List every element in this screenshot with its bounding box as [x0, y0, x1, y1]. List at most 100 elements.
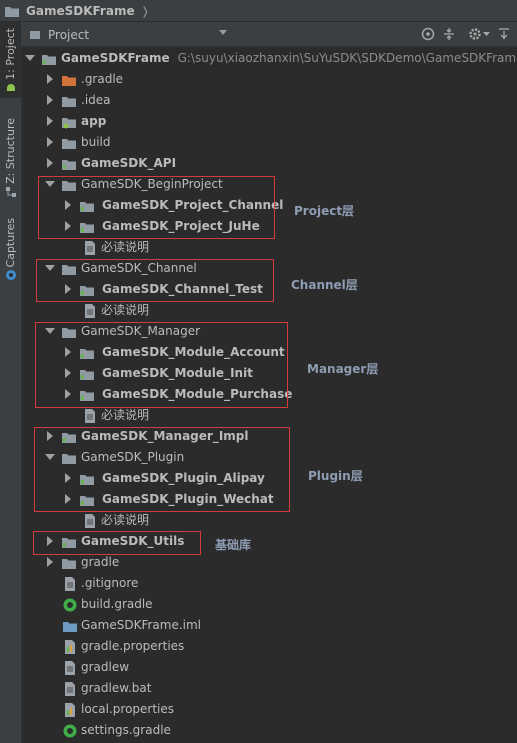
tree-item[interactable]: settings.gradle	[21, 720, 517, 741]
tree-item[interactable]: GameSDK_API	[21, 153, 517, 174]
tree-item[interactable]: app	[21, 111, 517, 132]
gear-dropdown-icon[interactable]	[481, 26, 491, 42]
tab-captures[interactable]: Captures	[0, 218, 21, 292]
gradle-icon	[63, 598, 77, 612]
file-icon	[65, 577, 75, 591]
root-name: GameSDKFrame	[61, 51, 170, 65]
folder-icon	[62, 76, 76, 86]
tab-project-label: 1: Project	[4, 28, 17, 80]
view-selector[interactable]: Project	[29, 25, 231, 44]
tree-item[interactable]: 必读说明	[21, 510, 517, 531]
breadcrumb-separator: ❭	[140, 4, 150, 18]
tab-structure-label: Z: Structure	[4, 118, 17, 184]
tree-item-label: GameSDK_API	[81, 156, 177, 170]
captures-icon	[5, 270, 16, 281]
collapse-arrow-icon	[47, 116, 53, 126]
file-icon	[65, 661, 75, 675]
project-layer-annotation: Project层	[294, 204, 355, 218]
folder-icon	[62, 139, 76, 149]
channel-layer-annotation: Channel层	[291, 278, 358, 292]
tree-item-label: 必读说明	[101, 303, 150, 317]
scroll-from-source-icon[interactable]	[420, 26, 436, 42]
tree-item-label: gradle.properties	[81, 639, 185, 653]
tree-item-label: local.properties	[81, 702, 175, 716]
module-folder-icon	[42, 55, 56, 65]
project-toolbar: Project	[21, 22, 517, 47]
utils-layer-annotation: 基础库	[215, 538, 252, 552]
channel-layer-box	[36, 259, 274, 302]
folder-icon	[62, 559, 76, 569]
properties-file-icon	[65, 640, 75, 654]
file-icon	[85, 304, 95, 318]
file-icon	[85, 241, 95, 255]
tree-item-label: 必读说明	[101, 513, 150, 527]
hide-panel-icon[interactable]	[496, 26, 512, 42]
tree-item[interactable]: .idea	[21, 90, 517, 111]
tree-item[interactable]: gradlew.bat	[21, 678, 517, 699]
tree-item-label: GameSDKFrame.iml	[81, 618, 202, 632]
manager-layer-annotation: Manager层	[307, 362, 379, 376]
collapse-arrow-icon	[47, 74, 53, 84]
tree-root[interactable]: GameSDKFrame G:\suyu\xiaozhanxin\SuYuSDK\…	[21, 48, 517, 69]
tree-item-label: .idea	[81, 93, 111, 107]
file-icon	[85, 514, 95, 528]
breadcrumb[interactable]: GameSDKFrame ❭	[0, 0, 150, 22]
tree-item[interactable]: .gitignore	[21, 573, 517, 594]
properties-file-icon	[65, 703, 75, 717]
gradle-icon	[63, 724, 77, 738]
tab-project[interactable]: 1: Project	[0, 22, 21, 98]
navigation-bar: GameSDKFrame ❭	[0, 0, 517, 22]
tab-structure[interactable]: Z: Structure	[0, 118, 21, 206]
tree-item[interactable]: gradlew	[21, 657, 517, 678]
tree-item-label: .gitignore	[81, 576, 139, 590]
tab-captures-label: Captures	[4, 218, 17, 268]
breadcrumb-project-name[interactable]: GameSDKFrame	[26, 4, 135, 18]
tree-item-label: gradlew	[81, 660, 130, 674]
plugin-layer-box	[34, 427, 290, 512]
tree-item[interactable]: 必读说明	[21, 300, 517, 321]
android-icon	[6, 83, 15, 91]
tree-item-label: gradle	[81, 555, 120, 569]
utils-layer-box	[33, 531, 201, 555]
tree-item[interactable]: 必读说明	[21, 237, 517, 258]
tree-item-label: app	[81, 114, 107, 128]
tree-item[interactable]: local.properties	[21, 699, 517, 720]
tree-item-label: 必读说明	[101, 240, 150, 254]
android-module-icon	[62, 118, 76, 129]
tree-item[interactable]: build	[21, 132, 517, 153]
collapse-arrow-icon	[47, 557, 53, 567]
tree-item-label: gradlew.bat	[81, 681, 152, 695]
folder-icon	[5, 7, 19, 17]
tree-item-label: build	[81, 135, 111, 149]
file-icon	[65, 682, 75, 696]
collapse-arrow-icon	[47, 158, 53, 168]
tree-item[interactable]: 必读说明	[21, 405, 517, 426]
collapse-arrow-icon	[47, 137, 53, 147]
view-selector-label: Project	[48, 27, 90, 42]
collapse-all-icon[interactable]	[441, 26, 457, 42]
collapse-arrow-icon	[47, 95, 53, 105]
tree-item[interactable]: .gradle	[21, 69, 517, 90]
structure-icon	[5, 186, 16, 197]
project-view-icon	[30, 30, 40, 39]
project-layer-box	[38, 176, 275, 239]
folder-icon	[62, 97, 76, 107]
file-icon	[85, 409, 95, 423]
manager-layer-box	[35, 322, 288, 408]
plugin-layer-annotation: Plugin层	[308, 469, 363, 483]
chevron-down-icon	[219, 30, 227, 35]
root-path: G:\suyu\xiaozhanxin\SuYuSDK\SDKDemo\Game…	[177, 51, 517, 65]
tree-item[interactable]: build.gradle	[21, 594, 517, 615]
tree-item-label: 必读说明	[101, 408, 150, 422]
expand-arrow-icon	[25, 55, 35, 61]
tree-item-label: settings.gradle	[81, 723, 171, 737]
module-folder-icon	[62, 160, 76, 170]
tree-item[interactable]: GameSDKFrame.iml	[21, 615, 517, 636]
tree-item[interactable]: gradle.properties	[21, 636, 517, 657]
tool-window-strip: 1: Project Z: Structure Captures	[0, 22, 22, 743]
tree-root-label: GameSDKFrame G:\suyu\xiaozhanxin\SuYuSDK\…	[61, 51, 517, 66]
tree-item[interactable]: gradle	[21, 552, 517, 573]
iml-module-icon	[63, 622, 77, 632]
tree-item-label: build.gradle	[81, 597, 153, 611]
tree-item-label: .gradle	[81, 72, 124, 86]
